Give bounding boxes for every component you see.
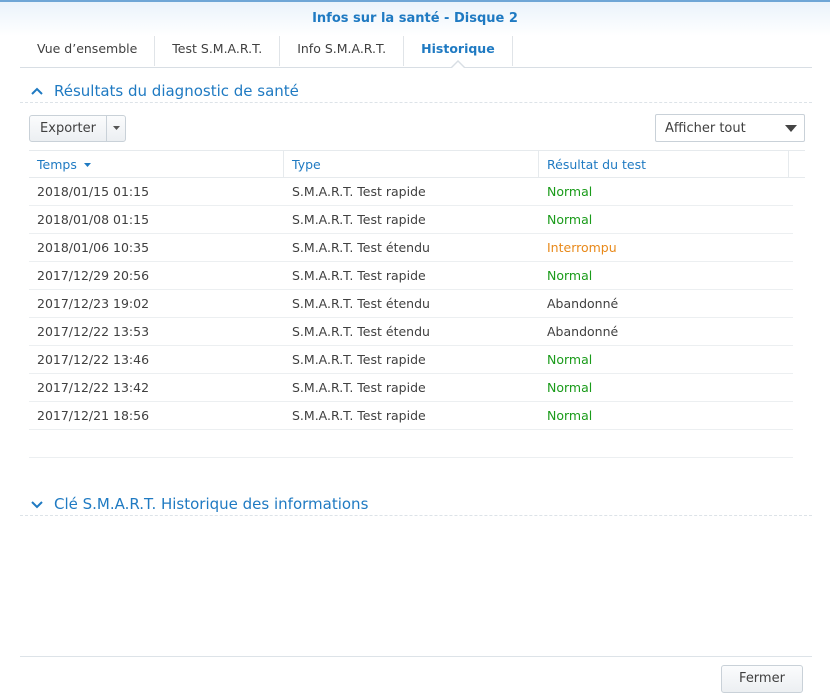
tab-bar: Vue d’ensemble Test S.M.A.R.T. Info S.M.… bbox=[20, 36, 812, 68]
cell-time: 2017/12/21 18:56 bbox=[37, 408, 150, 423]
cell-time: 2018/01/08 01:15 bbox=[37, 212, 150, 227]
section-smart-history-header[interactable]: Clé S.M.A.R.T. Historique des informatio… bbox=[20, 492, 812, 516]
cell-type: S.M.A.R.T. Test rapide bbox=[292, 408, 426, 423]
health-info-window: Infos sur la santé - Disque 2 Vue d’ense… bbox=[0, 0, 830, 697]
cell-time: 2017/12/23 19:02 bbox=[37, 296, 150, 311]
cell-time: 2017/12/22 13:42 bbox=[37, 380, 150, 395]
table-row[interactable]: 2018/01/06 10:35 S.M.A.R.T. Test étendu In… bbox=[29, 234, 793, 262]
column-header-spacer bbox=[789, 151, 805, 177]
sort-desc-icon bbox=[83, 163, 91, 167]
active-tab-indicator-inner bbox=[451, 62, 464, 68]
cell-time: 2018/01/15 01:15 bbox=[37, 184, 150, 199]
tab-smart-info-label: Info S.M.A.R.T. bbox=[297, 41, 387, 56]
cell-result: Normal bbox=[547, 352, 593, 367]
cell-type: S.M.A.R.T. Test rapide bbox=[292, 184, 426, 199]
tab-smart-test-label: Test S.M.A.R.T. bbox=[172, 41, 263, 56]
table-row[interactable]: 2017/12/23 19:02 S.M.A.R.T. Test étendu Ab… bbox=[29, 290, 793, 318]
tab-overview-label: Vue d’ensemble bbox=[37, 41, 138, 56]
tab-overview[interactable]: Vue d’ensemble bbox=[20, 36, 156, 66]
export-button-group: Exporter bbox=[29, 115, 126, 142]
export-dropdown-button[interactable] bbox=[107, 116, 125, 141]
cell-result: Normal bbox=[547, 408, 593, 423]
table-body: 2018/01/15 01:15 S.M.A.R.T. Test rapide No… bbox=[29, 178, 805, 430]
column-header-type[interactable]: Type bbox=[284, 151, 539, 177]
cell-type: S.M.A.R.T. Test étendu bbox=[292, 240, 430, 255]
section-smart-history-title: Clé S.M.A.R.T. Historique des informatio… bbox=[54, 494, 369, 513]
cell-result: Normal bbox=[547, 380, 593, 395]
table-row[interactable]: 2017/12/22 13:53 S.M.A.R.T. Test étendu Ab… bbox=[29, 318, 793, 346]
cell-result: Normal bbox=[547, 212, 593, 227]
cell-type: S.M.A.R.T. Test rapide bbox=[292, 268, 426, 283]
cell-type: S.M.A.R.T. Test rapide bbox=[292, 212, 426, 227]
window-title: Infos sur la santé - Disque 2 bbox=[0, 2, 830, 36]
cell-result: Abandonné bbox=[547, 296, 619, 311]
table-row[interactable]: 2017/12/22 13:46 S.M.A.R.T. Test rapide No… bbox=[29, 346, 793, 374]
table-row[interactable]: 2017/12/21 18:56 S.M.A.R.T. Test rapide No… bbox=[29, 402, 793, 430]
cell-result: Normal bbox=[547, 268, 593, 283]
filter-select[interactable]: Afficher tout bbox=[655, 114, 805, 142]
dropdown-arrow-icon bbox=[785, 124, 797, 132]
table-row[interactable]: 2017/12/29 20:56 S.M.A.R.T. Test rapide No… bbox=[29, 262, 793, 290]
caret-down-icon bbox=[112, 126, 120, 130]
filter-select-value: Afficher tout bbox=[665, 120, 746, 136]
history-table: Temps Type Résultat du test 2018/01/15 0… bbox=[29, 150, 805, 430]
cell-result: Abandonné bbox=[547, 324, 619, 339]
section-health-results-header[interactable]: Résultats du diagnostic de santé bbox=[20, 79, 812, 103]
cell-type: S.M.A.R.T. Test étendu bbox=[292, 296, 430, 311]
section-health-results-title: Résultats du diagnostic de santé bbox=[54, 81, 299, 100]
cell-time: 2017/12/29 20:56 bbox=[37, 268, 150, 283]
table-row[interactable]: 2017/12/22 13:42 S.M.A.R.T. Test rapide No… bbox=[29, 374, 793, 402]
chevron-down-icon bbox=[31, 500, 43, 508]
table-row[interactable]: 2018/01/08 01:15 S.M.A.R.T. Test rapide No… bbox=[29, 206, 793, 234]
cell-result: Normal bbox=[547, 184, 593, 199]
tab-smart-test[interactable]: Test S.M.A.R.T. bbox=[155, 36, 281, 66]
cell-result: Interrompu bbox=[547, 240, 617, 255]
cell-time: 2018/01/06 10:35 bbox=[37, 240, 150, 255]
tab-history-label: Historique bbox=[421, 41, 495, 56]
table-row[interactable]: 2018/01/15 01:15 S.M.A.R.T. Test rapide No… bbox=[29, 178, 793, 206]
tab-history[interactable]: Historique bbox=[404, 36, 513, 68]
tab-smart-info[interactable]: Info S.M.A.R.T. bbox=[280, 36, 405, 66]
export-button[interactable]: Exporter bbox=[30, 116, 107, 141]
chevron-up-icon bbox=[31, 87, 43, 95]
cell-type: S.M.A.R.T. Test rapide bbox=[292, 352, 426, 367]
cell-time: 2017/12/22 13:46 bbox=[37, 352, 150, 367]
table-header: Temps Type Résultat du test bbox=[29, 150, 805, 178]
column-header-result[interactable]: Résultat du test bbox=[539, 151, 789, 177]
column-header-time-label: Temps bbox=[37, 157, 77, 172]
cell-time: 2017/12/22 13:53 bbox=[37, 324, 150, 339]
close-button[interactable]: Fermer bbox=[721, 665, 803, 693]
column-header-time[interactable]: Temps bbox=[29, 151, 284, 177]
table-bottom-divider bbox=[29, 457, 793, 458]
footer-divider bbox=[20, 656, 812, 657]
cell-type: S.M.A.R.T. Test rapide bbox=[292, 380, 426, 395]
cell-type: S.M.A.R.T. Test étendu bbox=[292, 324, 430, 339]
